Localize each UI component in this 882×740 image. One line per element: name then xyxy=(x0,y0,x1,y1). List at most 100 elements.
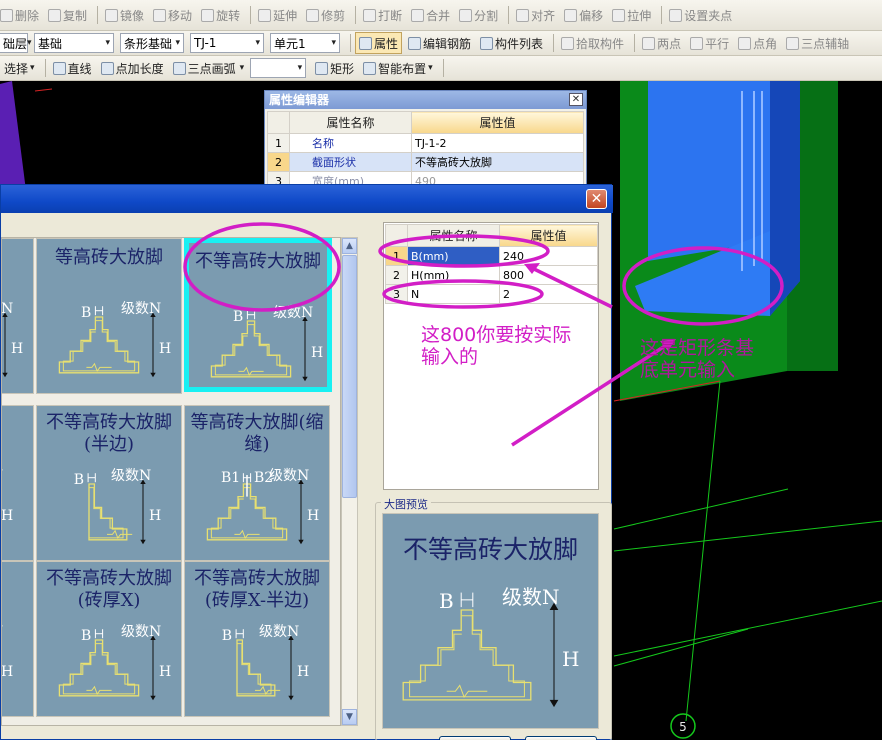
three-point-axis-icon xyxy=(786,36,800,50)
trim-button[interactable]: 修剪 xyxy=(303,4,348,26)
move-button[interactable]: 移动 xyxy=(150,4,195,26)
rotate-button[interactable]: 旋转 xyxy=(198,4,243,26)
mirror-button[interactable]: 镜像 xyxy=(102,4,147,26)
offset-icon xyxy=(564,8,578,22)
table-row[interactable]: 1 名称 TJ-1-2 xyxy=(267,133,584,153)
chevron-down-icon: ▾ xyxy=(255,38,260,48)
break-line xyxy=(86,362,112,373)
edit-rebar-button[interactable]: 编辑钢筋 xyxy=(405,32,474,54)
parallel-label: 平行 xyxy=(705,36,730,51)
floor-combo[interactable]: 础层 ▾ xyxy=(0,33,32,53)
parallel-button[interactable]: 平行 xyxy=(687,32,732,54)
arc-option-combo[interactable]: ▾ xyxy=(250,58,307,78)
dialog-titlebar xyxy=(1,185,613,213)
align-label: 对齐 xyxy=(531,8,556,23)
section-shape-dialog: ✕ 基B级数NH等高砖大放脚B级数NH不等高砖大放脚B级数NH脚B级数NH不等高… xyxy=(0,184,613,740)
component-list-button[interactable]: 构件列表 xyxy=(477,32,546,54)
shape-tile[interactable]: 脚B级数NH xyxy=(2,405,34,561)
table-row[interactable]: 2 H(mm) 800 xyxy=(385,265,598,285)
stretch-label: 拉伸 xyxy=(627,8,652,23)
divider xyxy=(97,6,99,24)
edit-rebar-icon xyxy=(408,36,422,50)
type-combo[interactable]: 条形基础 ▾ xyxy=(120,33,184,53)
align-button[interactable]: 对齐 xyxy=(513,4,558,26)
three-point-axis-label: 三点辅轴 xyxy=(801,36,850,51)
three-point-axis-button[interactable]: 三点辅轴 xyxy=(783,32,852,54)
prop-value[interactable]: 不等高砖大放脚 xyxy=(411,152,584,172)
footing-inner-outline xyxy=(62,643,136,695)
point-angle-icon xyxy=(738,36,752,50)
component-combo[interactable]: TJ-1 ▾ xyxy=(190,33,264,53)
merge-button[interactable]: 合并 xyxy=(408,4,453,26)
attribute-button[interactable]: 属性 xyxy=(355,32,403,54)
param-value-b[interactable]: 240 xyxy=(499,246,598,266)
shape-tile[interactable]: 等高砖大放脚(缩缝) B1 B2 级数N H xyxy=(184,405,330,561)
shape-tile[interactable]: 不等高砖大放脚(砖厚X) B 级数N H xyxy=(36,561,182,717)
scroll-down-button[interactable]: ▼ xyxy=(342,709,357,725)
delete-button[interactable]: 删除 xyxy=(0,4,42,26)
break-button[interactable]: 打断 xyxy=(360,4,405,26)
shape-tile[interactable]: 等高砖大放脚 B 级数N H xyxy=(36,238,182,394)
arc-icon xyxy=(172,61,186,75)
shape-tile[interactable]: 不等高砖大放脚(砖厚X-半边) B 级数N H xyxy=(184,561,330,717)
unit-combo[interactable]: 单元1 ▾ xyxy=(270,33,340,53)
parallel-icon xyxy=(690,36,704,50)
divider xyxy=(442,59,444,77)
arrow-head xyxy=(298,539,304,545)
grip-button[interactable]: 设置夹点 xyxy=(666,4,735,26)
label-b: B xyxy=(233,309,243,325)
break-line xyxy=(255,685,281,696)
rect-button[interactable]: 矩形 xyxy=(312,57,357,79)
arrow-head xyxy=(150,695,156,701)
extend-button[interactable]: 延伸 xyxy=(255,4,300,26)
copy-button[interactable]: 复制 xyxy=(45,4,90,26)
annotation-note-height: 这800你要按实际 输入的 xyxy=(421,324,571,368)
shape-diagram: B级数NH xyxy=(2,624,13,680)
scroll-thumb[interactable] xyxy=(342,255,357,498)
scroll-up-button[interactable]: ▲ xyxy=(342,238,357,254)
point-extend-button[interactable]: 点加长度 xyxy=(98,57,167,79)
table-row[interactable]: 1 B(mm) 240 xyxy=(385,246,598,266)
gallery-scrollbar[interactable]: ▲ ▼ xyxy=(341,237,358,726)
shape-tile[interactable]: 不等高砖大放脚 B 级数N H xyxy=(184,238,332,392)
merge-label: 合并 xyxy=(426,8,451,23)
two-point-button[interactable]: 两点 xyxy=(639,32,684,54)
stretch-icon xyxy=(612,8,626,22)
category-combo[interactable]: 基础 ▾ xyxy=(34,33,114,53)
mirror-icon xyxy=(105,8,119,22)
chevron-down-icon: ▾ xyxy=(428,63,433,73)
shape-tile[interactable]: 基B级数NH xyxy=(2,238,34,394)
shape-tile[interactable]: 不等高砖大放脚(半边) B 级数N H xyxy=(36,405,182,561)
close-icon[interactable]: ✕ xyxy=(569,93,583,106)
line-label: 直线 xyxy=(67,61,92,76)
chevron-down-icon: ▾ xyxy=(30,63,35,73)
param-value-n[interactable]: 2 xyxy=(499,284,598,304)
stretch-button[interactable]: 拉伸 xyxy=(609,4,654,26)
ok-button[interactable] xyxy=(439,736,511,740)
smart-layout-button[interactable]: 智能布置 ▾ xyxy=(360,57,436,79)
preview-diagram: B 级数N H xyxy=(402,585,579,708)
table-row[interactable]: 3 N 2 xyxy=(385,284,598,304)
break-line xyxy=(86,685,112,696)
line-button[interactable]: 直线 xyxy=(50,57,95,79)
chevron-up-icon: ▲ xyxy=(346,241,353,251)
select-button[interactable]: 选择 ▾ xyxy=(0,57,38,79)
annotation-line: 输入的 xyxy=(421,346,479,368)
cancel-button[interactable] xyxy=(525,736,597,740)
table-row[interactable]: 2 截面形状 不等高砖大放脚 xyxy=(267,152,584,172)
shape-tile[interactable]: 脚B级数NH xyxy=(2,561,34,717)
label-h: H xyxy=(311,345,323,361)
axis-line-red xyxy=(34,88,53,92)
smart-layout-label: 智能布置 xyxy=(378,61,427,76)
offset-button[interactable]: 偏移 xyxy=(561,4,606,26)
point-angle-button[interactable]: 点角 xyxy=(735,32,780,54)
prop-value[interactable]: TJ-1-2 xyxy=(411,133,584,153)
label-level-n: 级数N xyxy=(273,305,313,321)
shape-diagram: B 级数N H xyxy=(210,305,323,382)
param-value-h[interactable]: 800 xyxy=(499,265,598,285)
close-button[interactable]: ✕ xyxy=(586,189,607,209)
arc-button[interactable]: 三点画弧 ▾ xyxy=(170,57,248,79)
pick-component-button[interactable]: 拾取构件 xyxy=(558,32,627,54)
annotation-line: 这是矩形条基 xyxy=(640,337,755,359)
split-button[interactable]: 分割 xyxy=(456,4,501,26)
